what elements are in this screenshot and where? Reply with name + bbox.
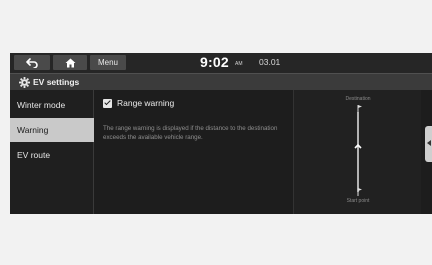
back-button[interactable]	[14, 55, 50, 70]
destination-flag-icon	[357, 105, 362, 113]
range-warning-description: The range warning is displayed if the di…	[103, 125, 278, 141]
home-icon	[65, 58, 75, 67]
route-line-graphic	[354, 105, 362, 196]
top-bar: Menu 9:02 AM 03.01	[10, 53, 432, 73]
side-panel-handle[interactable]	[425, 126, 432, 162]
sidebar-item-ev-route[interactable]: EV route	[10, 143, 94, 167]
start-point-label: Start point	[346, 198, 370, 204]
destination-label: Destination	[345, 96, 371, 102]
menu-button[interactable]: Menu	[90, 55, 126, 70]
sidebar-item-winter-mode[interactable]: Winter mode	[10, 93, 94, 117]
clock-date: 03.01	[259, 57, 281, 67]
range-warning-option[interactable]: Range warning	[103, 98, 174, 108]
clock-ampm: AM	[235, 61, 243, 67]
page-title: EV settings	[33, 77, 80, 87]
sidebar-item-warning[interactable]: Warning	[10, 118, 94, 142]
chevron-left-icon	[427, 140, 431, 146]
title-bar: EV settings	[10, 73, 432, 90]
infotainment-screen: Menu 9:02 AM 03.01 EV settings Winter mo…	[10, 53, 432, 214]
gear-icon	[19, 77, 30, 88]
range-warning-checkbox[interactable]	[103, 98, 112, 108]
range-warning-label: Range warning	[117, 98, 175, 108]
clock-time: 9:02	[200, 54, 229, 70]
sidebar: Winter mode Warning EV route	[10, 90, 94, 214]
back-arrow-icon	[26, 57, 38, 68]
route-diagram: Destination Start point	[293, 90, 421, 214]
menu-label: Menu	[97, 58, 118, 67]
home-button[interactable]	[53, 55, 87, 70]
settings-content: Range warning The range warning is displ…	[95, 90, 293, 214]
